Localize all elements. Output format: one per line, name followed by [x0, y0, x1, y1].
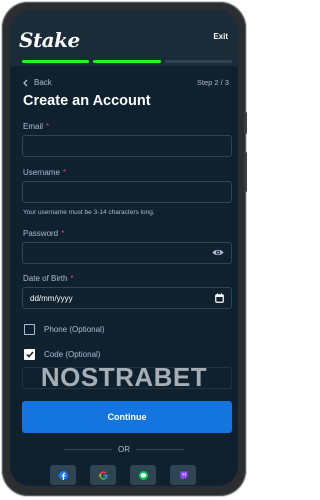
email-field[interactable] [22, 135, 232, 157]
chevron-left-icon [23, 79, 28, 86]
continue-button[interactable]: Continue [22, 401, 232, 433]
password-field[interactable] [22, 242, 232, 264]
or-divider: OR [64, 444, 184, 454]
or-label: OR [118, 444, 130, 454]
social-login-row [50, 465, 196, 485]
line-login-button[interactable] [130, 465, 156, 485]
facebook-login-button[interactable] [50, 465, 76, 485]
progress-step-3 [164, 60, 232, 63]
username-input[interactable] [23, 182, 231, 202]
phone-optional-toggle[interactable]: Phone (Optional) [24, 324, 104, 335]
top-bar: Stake Exit [10, 10, 238, 66]
divider-line-right [136, 448, 184, 450]
username-field[interactable] [22, 181, 232, 203]
check-icon [25, 351, 34, 358]
progress-step-2 [93, 60, 161, 63]
username-label: Username * [23, 168, 67, 177]
back-button[interactable]: Back [23, 78, 52, 87]
facebook-icon [58, 470, 68, 480]
dob-placeholder: dd/mm/yyyy [30, 294, 73, 303]
page-title: Create an Account [23, 93, 151, 109]
username-hint: Your username must be 3-14 characters lo… [23, 209, 155, 216]
step-indicator: Step 2 / 3 [196, 78, 229, 87]
line-icon [138, 470, 148, 480]
google-icon [98, 470, 108, 480]
signup-progress-bar [22, 60, 232, 63]
code-label: Code (Optional) [44, 350, 101, 359]
volume-button [244, 112, 247, 134]
divider-line-left [64, 448, 112, 450]
app-screen: Stake Exit Back Step 2 / 3 Create an Acc… [10, 10, 238, 486]
exit-button[interactable]: Exit [213, 32, 228, 41]
back-label: Back [34, 78, 52, 87]
phone-frame: Stake Exit Back Step 2 / 3 Create an Acc… [2, 2, 247, 496]
google-login-button[interactable] [90, 465, 116, 485]
stake-logo[interactable]: Stake [19, 28, 80, 52]
phone-checkbox[interactable] [24, 324, 35, 335]
watermark: NOSTRABET [40, 362, 208, 392]
dob-field[interactable]: dd/mm/yyyy [22, 287, 232, 309]
dob-label: Date of Birth * [23, 274, 74, 283]
twitch-login-button[interactable] [170, 465, 196, 485]
email-label: Email * [23, 122, 50, 131]
email-input[interactable] [23, 136, 231, 156]
twitch-icon [179, 470, 188, 480]
phone-label: Phone (Optional) [44, 325, 105, 334]
password-input[interactable] [23, 243, 231, 263]
progress-step-1 [22, 60, 90, 63]
power-button [244, 152, 247, 192]
eye-icon[interactable] [212, 247, 224, 258]
calendar-icon[interactable] [215, 293, 224, 303]
password-label: Password * [23, 229, 65, 238]
code-checkbox[interactable] [24, 349, 35, 360]
code-optional-toggle[interactable]: Code (Optional) [24, 349, 100, 360]
